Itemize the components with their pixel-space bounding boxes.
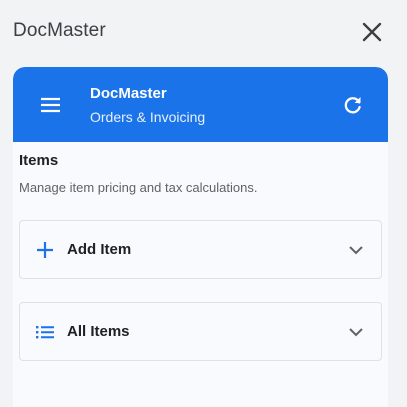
all-items-label: All Items <box>67 323 130 340</box>
panel-header: DocMaster Orders & Invoicing <box>13 67 388 142</box>
add-item-label: Add Item <box>67 241 132 258</box>
all-items-card[interactable]: All Items <box>19 302 382 361</box>
plus-icon <box>37 242 53 258</box>
hamburger-menu-icon <box>41 97 60 113</box>
close-button[interactable] <box>359 19 385 45</box>
close-icon <box>362 22 382 42</box>
menu-button[interactable] <box>38 92 64 118</box>
section-description: Manage item pricing and tax calculations… <box>19 180 258 195</box>
header-subtitle: Orders & Invoicing <box>90 109 206 125</box>
app-title: DocMaster <box>13 20 106 41</box>
addon-panel: DocMaster Orders & Invoicing Items Manag… <box>13 67 388 407</box>
chevron-down-icon <box>349 246 363 255</box>
section-title: Items <box>19 152 59 169</box>
list-icon <box>36 326 54 339</box>
chevron-down-icon <box>349 328 363 337</box>
app-bar: DocMaster <box>0 0 407 64</box>
refresh-button[interactable] <box>341 93 365 117</box>
refresh-icon <box>344 97 361 114</box>
add-item-card[interactable]: Add Item <box>19 220 382 279</box>
header-title: DocMaster <box>90 85 167 102</box>
